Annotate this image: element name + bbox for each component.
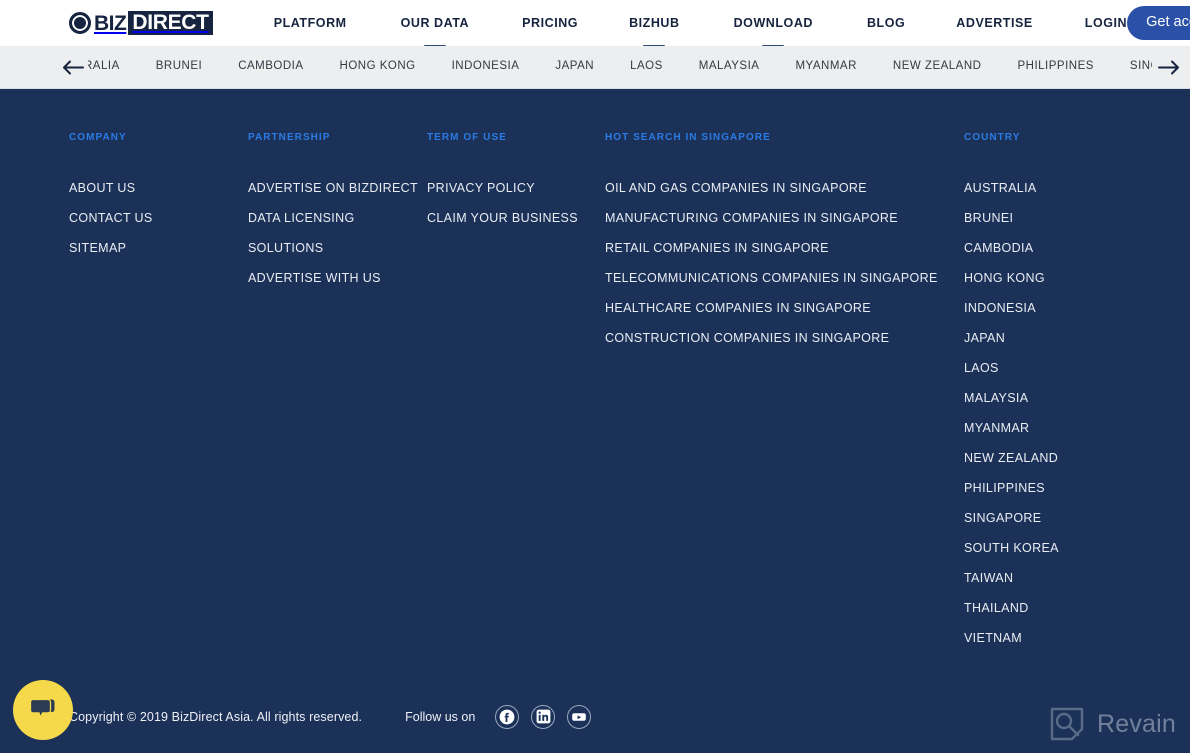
circle-logo-icon xyxy=(69,12,91,34)
footer-country-brunei[interactable]: BRUNEI xyxy=(964,212,1059,225)
footer-link-about-us[interactable]: ABOUT US xyxy=(69,182,248,195)
copyright-text: Copyright © 2019 BizDirect Asia. All rig… xyxy=(69,709,363,724)
arrow-right-icon[interactable] xyxy=(1152,46,1190,88)
nav-item-login[interactable]: LOGIN xyxy=(1085,0,1127,46)
footer-column-title: TERM OF USE xyxy=(427,132,507,143)
footer-country-australia[interactable]: AUSTRALIA xyxy=(964,182,1059,195)
footer-link-manufacturing[interactable]: MANUFACTURING COMPANIES IN SINGAPORE xyxy=(605,212,964,225)
footer-column-country: COUNTRY AUSTRALIA BRUNEI CAMBODIA HONG K… xyxy=(964,133,1059,645)
footer-link-sitemap[interactable]: SITEMAP xyxy=(69,242,248,255)
footer-column-title: HOT SEARCH IN SINGAPORE xyxy=(605,132,771,143)
footer-country-cambodia[interactable]: CAMBODIA xyxy=(964,242,1059,255)
footer-country-singapore[interactable]: SINGAPORE xyxy=(964,512,1059,525)
footer-column-hot-search: HOT SEARCH IN SINGAPORE OIL AND GAS COMP… xyxy=(605,133,964,645)
footer-column-title: COMPANY xyxy=(69,132,127,143)
nav-item-blog[interactable]: BLOG xyxy=(867,0,905,46)
footer-column-company: COMPANY ABOUT US CONTACT US SITEMAP xyxy=(69,133,248,645)
footer-country-vietnam[interactable]: VIETNAM xyxy=(964,632,1059,645)
footer-link-advertise-on-bizdirect[interactable]: ADVERTISE ON BIZDIRECT xyxy=(248,182,427,195)
footer-link-solutions[interactable]: SOLUTIONS xyxy=(248,242,427,255)
footer-country-new-zealand[interactable]: NEW ZEALAND xyxy=(964,452,1059,465)
revain-watermark-text: Revain xyxy=(1096,709,1176,738)
footer-country-south-korea[interactable]: SOUTH KOREA xyxy=(964,542,1059,555)
footer-bottom-bar: Copyright © 2019 BizDirect Asia. All rig… xyxy=(0,681,1190,752)
nav-item-download[interactable]: DOWNLOAD xyxy=(734,0,813,46)
country-tab-malaysia[interactable]: MALAYSIA xyxy=(681,61,778,73)
footer-link-oil-and-gas[interactable]: OIL AND GAS COMPANIES IN SINGAPORE xyxy=(605,182,964,195)
country-tab-new-zealand[interactable]: NEW ZEALAND xyxy=(875,61,1000,73)
country-tab-philippines[interactable]: PHILIPPINES xyxy=(999,61,1111,73)
country-tab-japan[interactable]: JAPAN xyxy=(537,61,612,73)
footer-column-term-of-use: TERM OF USE PRIVACY POLICY CLAIM YOUR BU… xyxy=(427,133,605,645)
linkedin-icon[interactable] xyxy=(531,704,556,729)
site-logo[interactable]: BIZ DIRECT xyxy=(69,10,213,36)
main-navigation: PLATFORM OUR DATA PRICING BIZHUB DOWNLOA… xyxy=(255,0,1127,46)
footer-columns: COMPANY ABOUT US CONTACT US SITEMAP PART… xyxy=(0,133,1190,645)
logo-text-biz: BIZ xyxy=(94,11,127,35)
footer-country-laos[interactable]: LAOS xyxy=(964,362,1059,375)
footer-link-privacy-policy[interactable]: PRIVACY POLICY xyxy=(427,182,605,195)
country-tab-laos[interactable]: LAOS xyxy=(612,61,681,73)
footer-link-construction[interactable]: CONSTRUCTION COMPANIES IN SINGAPORE xyxy=(605,332,964,345)
footer-country-hong-kong[interactable]: HONG KONG xyxy=(964,272,1059,285)
nav-item-pricing[interactable]: PRICING xyxy=(522,0,578,46)
nav-item-our-data[interactable]: OUR DATA xyxy=(401,0,470,46)
chat-bubble-icon xyxy=(29,698,55,719)
footer-link-contact-us[interactable]: CONTACT US xyxy=(69,212,248,225)
nav-item-advertise[interactable]: ADVERTISE xyxy=(956,0,1033,46)
chat-widget-button[interactable] xyxy=(13,680,73,740)
footer-link-data-licensing[interactable]: DATA LICENSING xyxy=(248,212,427,225)
facebook-icon[interactable] xyxy=(495,704,520,729)
arrow-left-icon[interactable] xyxy=(62,46,88,88)
social-links xyxy=(495,704,592,729)
country-tab-myanmar[interactable]: MYANMAR xyxy=(777,61,874,73)
site-footer: COMPANY ABOUT US CONTACT US SITEMAP PART… xyxy=(0,89,1190,752)
revain-logo-icon xyxy=(1050,707,1084,741)
footer-country-thailand[interactable]: THAILAND xyxy=(964,602,1059,615)
footer-column-partnership: PARTNERSHIP ADVERTISE ON BIZDIRECT DATA … xyxy=(248,133,427,645)
footer-country-taiwan[interactable]: TAIWAN xyxy=(964,572,1059,585)
footer-link-retail[interactable]: RETAIL COMPANIES IN SINGAPORE xyxy=(605,242,964,255)
footer-country-philippines[interactable]: PHILIPPINES xyxy=(964,482,1059,495)
footer-link-telecommunications[interactable]: TELECOMMUNICATIONS COMPANIES IN SINGAPOR… xyxy=(605,272,964,285)
country-tab-brunei[interactable]: BRUNEI xyxy=(138,61,220,73)
footer-country-malaysia[interactable]: MALAYSIA xyxy=(964,392,1059,405)
youtube-icon[interactable] xyxy=(567,704,592,729)
footer-column-title: COUNTRY xyxy=(964,132,1021,143)
logo-text-direct: DIRECT xyxy=(128,11,213,35)
follow-us-label: Follow us on xyxy=(405,709,476,724)
nav-item-platform[interactable]: PLATFORM xyxy=(274,0,347,46)
country-tab-cambodia[interactable]: CAMBODIA xyxy=(220,61,321,73)
country-scroller: RALIA BRUNEI CAMBODIA HONG KONG INDONESI… xyxy=(0,46,1190,89)
site-header: BIZ DIRECT PLATFORM OUR DATA PRICING BIZ… xyxy=(0,0,1190,46)
footer-country-indonesia[interactable]: INDONESIA xyxy=(964,302,1059,315)
revain-watermark: Revain xyxy=(1047,704,1176,744)
country-tab-hong-kong[interactable]: HONG KONG xyxy=(322,61,434,73)
country-scroller-track: RALIA BRUNEI CAMBODIA HONG KONG INDONESI… xyxy=(0,46,1190,88)
footer-column-title: PARTNERSHIP xyxy=(248,132,331,143)
get-access-button[interactable]: Get access xyxy=(1127,6,1190,40)
footer-link-claim-your-business[interactable]: CLAIM YOUR BUSINESS xyxy=(427,212,605,225)
footer-link-advertise-with-us[interactable]: ADVERTISE WITH US xyxy=(248,272,427,285)
footer-link-healthcare[interactable]: HEALTHCARE COMPANIES IN SINGAPORE xyxy=(605,302,964,315)
nav-item-bizhub[interactable]: BIZHUB xyxy=(629,0,680,46)
footer-country-myanmar[interactable]: MYANMAR xyxy=(964,422,1059,435)
footer-country-japan[interactable]: JAPAN xyxy=(964,332,1059,345)
country-tab-indonesia[interactable]: INDONESIA xyxy=(434,61,538,73)
